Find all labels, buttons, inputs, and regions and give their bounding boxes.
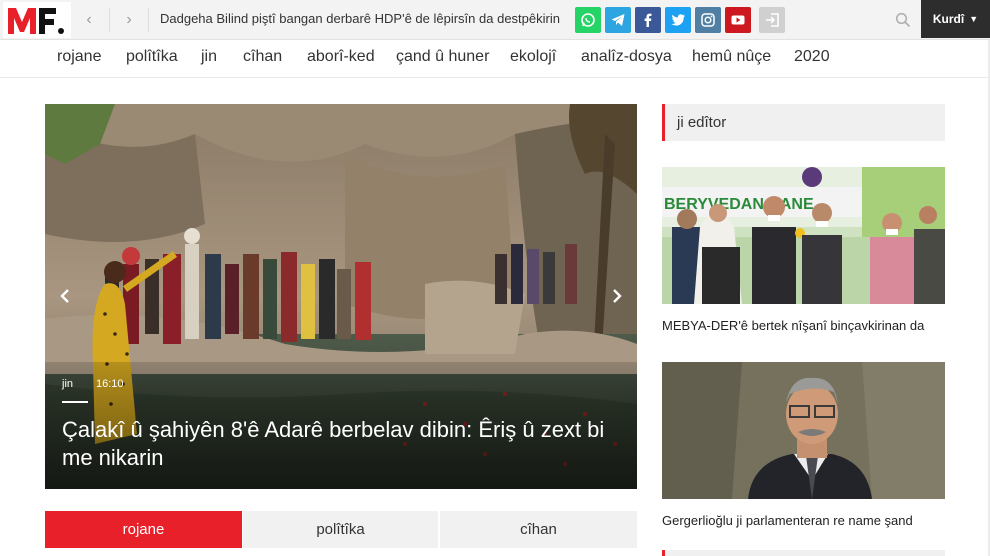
- language-label: Kurdî: [932, 12, 965, 26]
- divider: [148, 8, 149, 32]
- nav-item-hemu-nuce[interactable]: hemû nûçe: [692, 48, 771, 66]
- twitter-icon[interactable]: [665, 7, 691, 33]
- editor-pick-photo: [662, 362, 945, 499]
- slide-next-button[interactable]: [605, 284, 629, 308]
- login-icon[interactable]: [759, 7, 785, 33]
- nav-item-rojane[interactable]: rojane: [57, 48, 101, 66]
- sidebar-heading: ji edîtor: [662, 104, 945, 141]
- nav-item-abori-ked[interactable]: aborî-ked: [307, 48, 375, 66]
- sidebar-next-heading: [662, 550, 945, 556]
- telegram-icon[interactable]: [605, 7, 631, 33]
- news-ticker[interactable]: Dadgeha Bilind piştî bangan derbarê HDP'…: [160, 11, 560, 26]
- youtube-icon[interactable]: [725, 7, 751, 33]
- tab-politika[interactable]: polîtîka: [243, 511, 438, 548]
- nav-item-analiz-dosya[interactable]: analîz-dosya: [581, 48, 672, 66]
- nav-item-ekoloji[interactable]: ekolojî: [510, 48, 556, 66]
- site-logo[interactable]: [3, 2, 71, 38]
- nav-item-2020[interactable]: 2020: [794, 48, 830, 66]
- editor-pick-image[interactable]: BERYVEDAN HANE: [662, 167, 945, 304]
- ticker-prev-button[interactable]: ‹: [74, 5, 104, 35]
- instagram-icon[interactable]: [695, 7, 721, 33]
- tab-cihan[interactable]: cîhan: [440, 511, 637, 548]
- chevron-down-icon: ▼: [969, 14, 979, 24]
- slide-time: 16:10: [96, 378, 124, 390]
- facebook-icon[interactable]: [635, 7, 661, 33]
- editor-pick-photo: BERYVEDAN HANE: [662, 167, 945, 304]
- ticker-next-button[interactable]: ›: [114, 5, 144, 35]
- editor-pick-caption[interactable]: MEBYA-DER'ê bertek nîşanî binçavkirinan …: [662, 318, 945, 333]
- nav-item-cihan[interactable]: cîhan: [243, 48, 282, 66]
- nav-item-jin[interactable]: jin: [201, 48, 217, 66]
- slide-category-underline: [62, 401, 88, 403]
- slide-prev-button[interactable]: [53, 284, 77, 308]
- editor-pick-image[interactable]: [662, 362, 945, 499]
- whatsapp-icon[interactable]: [575, 7, 601, 33]
- nav-item-cand-u-huner[interactable]: çand û huner: [396, 48, 489, 66]
- slide-category[interactable]: jin: [62, 378, 73, 390]
- divider: [109, 8, 110, 32]
- logo-mark: [8, 8, 64, 34]
- slide-title[interactable]: Çalakî û şahiyên 8'ê Adarê berbelav dibi…: [62, 416, 622, 472]
- search-icon[interactable]: [892, 9, 914, 31]
- top-bar: ‹ › Dadgeha Bilind piştî bangan derbarê …: [0, 0, 990, 40]
- tab-rojane[interactable]: rojane: [45, 511, 242, 548]
- hero-slider[interactable]: jin 16:10 Çalakî û şahiyên 8'ê Adarê ber…: [45, 104, 637, 489]
- category-nav: rojane polîtîka jin cîhan aborî-ked çand…: [0, 40, 990, 78]
- editor-pick-caption[interactable]: Gergerlioğlu ji parlamenteran re name şa…: [662, 513, 945, 528]
- nav-item-politika[interactable]: polîtîka: [126, 48, 178, 66]
- language-select[interactable]: Kurdî ▼: [921, 0, 990, 38]
